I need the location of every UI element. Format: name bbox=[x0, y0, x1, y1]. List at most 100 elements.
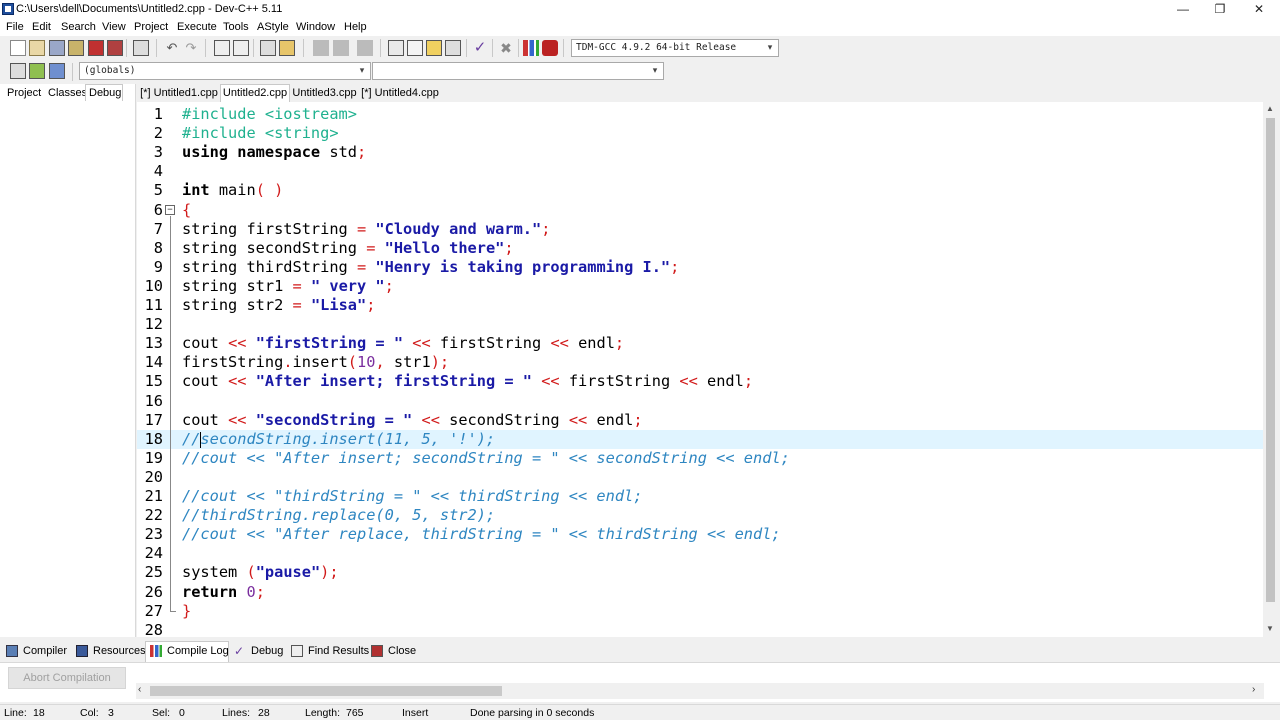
close-all-icon[interactable] bbox=[107, 40, 123, 56]
tab-untitled2[interactable]: Untitled2.cpp bbox=[220, 84, 290, 102]
restore-button[interactable]: ❐ bbox=[1202, 0, 1238, 19]
code-line[interactable]: 3 using namespace std; bbox=[137, 143, 1263, 162]
function-select[interactable]: ▾ bbox=[372, 62, 664, 80]
class-browser-icon[interactable] bbox=[445, 40, 461, 56]
new-project-icon[interactable] bbox=[388, 40, 404, 56]
open-file-icon[interactable] bbox=[29, 40, 45, 56]
tab-compile-log[interactable]: Compile Log bbox=[145, 641, 229, 662]
tab-debug[interactable]: ✓ Debug bbox=[234, 644, 286, 660]
code-line[interactable]: 25 system ("pause"); bbox=[137, 563, 1263, 582]
scroll-right-icon[interactable]: › bbox=[1252, 684, 1255, 695]
scroll-down-icon[interactable]: ▼ bbox=[1266, 624, 1274, 633]
code-line[interactable]: 26 return 0; bbox=[137, 583, 1263, 602]
tab-classes[interactable]: Classes bbox=[48, 85, 87, 102]
scroll-thumb[interactable] bbox=[1266, 118, 1275, 602]
replace-icon[interactable] bbox=[233, 40, 249, 56]
code-line[interactable]: 23 //cout << "After replace, thirdString … bbox=[137, 525, 1263, 544]
tab-close[interactable]: Close bbox=[371, 644, 417, 660]
code-line[interactable]: 22 //thirdString.replace(0, 5, str2); bbox=[137, 506, 1263, 525]
save-all-icon[interactable] bbox=[68, 40, 84, 56]
compiler-select[interactable]: TDM-GCC 4.9.2 64-bit Release ▾ bbox=[571, 39, 779, 57]
undo-icon[interactable]: ↶ bbox=[164, 40, 180, 56]
menu-file[interactable]: File bbox=[6, 21, 24, 33]
code-line[interactable]: 8 string secondString = "Hello there"; bbox=[137, 239, 1263, 258]
code-line[interactable]: 27} bbox=[137, 602, 1263, 621]
tab-project[interactable]: Project bbox=[7, 85, 41, 102]
code-line[interactable]: 15 cout << "After insert; firstString = "… bbox=[137, 372, 1263, 391]
indent-right-icon[interactable] bbox=[333, 40, 349, 56]
find-icon[interactable] bbox=[214, 40, 230, 56]
code-line[interactable]: 16 bbox=[137, 392, 1263, 411]
project-window-icon[interactable] bbox=[407, 40, 423, 56]
menu-help[interactable]: Help bbox=[344, 21, 367, 33]
code-text: string str2 = "Lisa"; bbox=[182, 296, 376, 314]
new-file-icon[interactable] bbox=[10, 40, 26, 56]
scroll-left-icon[interactable]: ‹ bbox=[138, 684, 141, 695]
log-horizontal-scrollbar[interactable]: ‹ › bbox=[136, 683, 1264, 699]
close-window-button[interactable]: ✕ bbox=[1241, 0, 1277, 19]
tab-compiler[interactable]: Compiler bbox=[6, 644, 70, 660]
save-icon[interactable] bbox=[49, 40, 65, 56]
menu-project[interactable]: Project bbox=[134, 21, 168, 33]
line-number: 16 bbox=[144, 391, 163, 410]
code-line[interactable]: 7 string firstString = "Cloudy and warm."… bbox=[137, 220, 1263, 239]
code-line[interactable]: 12 bbox=[137, 315, 1263, 334]
code-editor[interactable]: 1 #include <iostream> 2 #include <string> 3 u… bbox=[137, 102, 1263, 637]
stop-execution-icon[interactable]: ✖ bbox=[498, 40, 514, 56]
tab-find-results[interactable]: Find Results bbox=[291, 644, 369, 660]
goto-declaration-icon[interactable] bbox=[49, 63, 65, 79]
code-line[interactable]: 5 int main( ) bbox=[137, 181, 1263, 200]
code-line[interactable]: 9 string thirdString = "Henry is taking p… bbox=[137, 258, 1263, 277]
insert-code-icon[interactable] bbox=[10, 63, 26, 79]
scroll-up-icon[interactable]: ▲ bbox=[1266, 104, 1274, 113]
code-line[interactable]: 28 bbox=[137, 621, 1263, 637]
code-line[interactable]: 2 #include <string> bbox=[137, 124, 1263, 143]
comment-icon[interactable] bbox=[357, 40, 373, 56]
project-options-icon[interactable] bbox=[426, 40, 442, 56]
profile-chart-icon[interactable] bbox=[523, 40, 539, 56]
code-line[interactable]: 21 //cout << "thirdString = " << thirdStr… bbox=[137, 487, 1263, 506]
toggle-bookmark-icon[interactable] bbox=[279, 40, 295, 56]
print-icon[interactable] bbox=[133, 40, 149, 56]
scroll-thumb[interactable] bbox=[150, 686, 502, 696]
goto-back-icon[interactable] bbox=[29, 63, 45, 79]
check-syntax-icon[interactable]: ✓ bbox=[472, 40, 488, 56]
tab-untitled1[interactable]: [*] Untitled1.cpp bbox=[139, 85, 219, 102]
code-text: #include <string> bbox=[182, 124, 339, 143]
code-line[interactable]: 20 bbox=[137, 468, 1263, 487]
menu-window[interactable]: Window bbox=[296, 21, 335, 33]
menu-execute[interactable]: Execute bbox=[177, 21, 217, 33]
redo-icon[interactable]: ↷ bbox=[183, 40, 199, 56]
code-line[interactable]: 11 string str2 = "Lisa"; bbox=[137, 296, 1263, 315]
code-line[interactable]: 14 firstString.insert(10, str1); bbox=[137, 353, 1263, 372]
editor-vertical-scrollbar[interactable]: ▲ ▼ bbox=[1263, 102, 1278, 637]
code-line[interactable]: 19 //cout << "After insert; secondString … bbox=[137, 449, 1263, 468]
code-line[interactable]: 18 //secondString.insert(11, 5, '!'); bbox=[137, 429, 1263, 449]
debug-bug-icon[interactable] bbox=[542, 40, 558, 56]
menu-view[interactable]: View bbox=[102, 21, 126, 33]
code-text: cout << "secondString = " << secondStrin… bbox=[182, 410, 643, 429]
code-line[interactable]: 17 cout << "secondString = " << secondStr… bbox=[137, 411, 1263, 430]
code-line[interactable]: 4 bbox=[137, 162, 1263, 181]
tab-untitled4[interactable]: [*] Untitled4.cpp bbox=[359, 85, 441, 102]
goto-line-icon[interactable] bbox=[260, 40, 276, 56]
code-line[interactable]: 1 #include <iostream> bbox=[137, 105, 1263, 124]
code-line[interactable]: 6 {− bbox=[137, 201, 1263, 220]
code-line[interactable]: 24 bbox=[137, 544, 1263, 563]
tab-resources[interactable]: Resources bbox=[76, 644, 146, 660]
menu-edit[interactable]: Edit bbox=[32, 21, 51, 33]
code-line[interactable]: 13 cout << "firstString = " << firstStrin… bbox=[137, 334, 1263, 353]
menu-astyle[interactable]: AStyle bbox=[257, 21, 289, 33]
scope-select[interactable]: (globals) ▾ bbox=[79, 62, 371, 80]
menu-search[interactable]: Search bbox=[61, 21, 96, 33]
toolbar-separator bbox=[466, 39, 467, 57]
text-cursor bbox=[200, 431, 201, 448]
menu-tools[interactable]: Tools bbox=[223, 21, 249, 33]
tab-untitled3[interactable]: Untitled3.cpp bbox=[291, 85, 358, 102]
minimize-button[interactable]: — bbox=[1165, 0, 1201, 19]
tab-debug-panel[interactable]: Debug bbox=[85, 84, 123, 101]
fold-toggle-icon[interactable]: − bbox=[165, 204, 175, 215]
code-line[interactable]: 10 string str1 = " very "; bbox=[137, 277, 1263, 296]
indent-left-icon[interactable] bbox=[313, 40, 329, 56]
close-file-icon[interactable] bbox=[88, 40, 104, 56]
